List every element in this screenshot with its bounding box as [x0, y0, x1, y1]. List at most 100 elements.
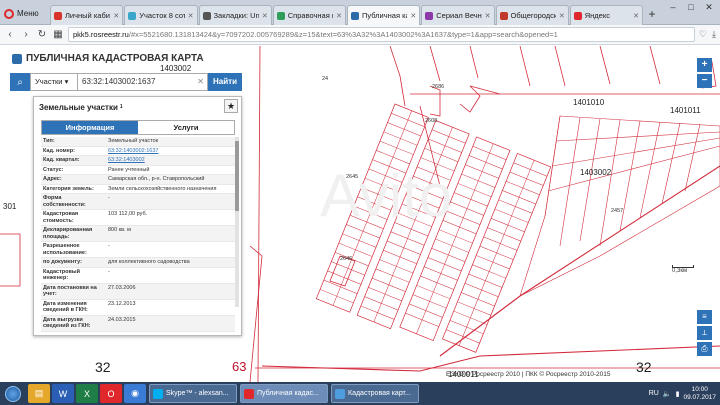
tab-favicon-icon — [351, 11, 359, 20]
close-window-icon[interactable]: ✕ — [700, 0, 718, 16]
ruler-icon[interactable]: ⟂ — [697, 326, 712, 340]
tab-close-icon[interactable]: ✕ — [262, 12, 268, 20]
boundary-line — [257, 46, 261, 382]
map-side-tools: ≡ ⟂ ⎙ — [697, 310, 712, 356]
tab-label: Общегородск — [510, 11, 556, 20]
browser-tab[interactable]: Сериал Вечнь ✕ — [421, 5, 495, 25]
chrome-icon[interactable]: ◉ — [124, 384, 146, 403]
tab-favicon-icon — [573, 11, 582, 20]
browser-tab[interactable]: Участок 8 сот ✕ — [124, 5, 198, 25]
info-value: Земельный участок — [108, 138, 159, 144]
info-value-link[interactable]: 63:32:1403002:1637 — [106, 147, 235, 156]
tab-close-icon[interactable]: ✕ — [559, 12, 565, 20]
taskbar-window-label: Skype™ - alexsan... — [166, 390, 229, 397]
print-icon[interactable]: ⎙ — [697, 342, 712, 356]
parcel-number-label: 2686 — [432, 84, 445, 90]
search-icon[interactable]: ⌕ — [10, 73, 30, 91]
back-icon[interactable]: ‹ — [4, 29, 16, 40]
parcel-info-panel: Земельные участки 1 ★ Информация Услуги Т… — [33, 96, 242, 336]
tab-close-icon[interactable]: ✕ — [113, 12, 119, 20]
boundary-line — [554, 46, 566, 87]
info-label: Дата постановки на учет: — [43, 284, 97, 298]
info-row: Кадастровый инженер: - — [41, 268, 235, 284]
info-value: 27.03.2006 — [108, 284, 136, 291]
clock-time: 10:00 — [691, 385, 708, 393]
info-row: Дата постановки на учет: 27.03.2006 — [41, 283, 235, 300]
info-label: по документу: — [43, 259, 82, 265]
tab-services[interactable]: Услуги — [138, 121, 234, 134]
taskbar-window-button[interactable]: Публичная кадас... — [240, 384, 328, 403]
word-icon[interactable]: W — [52, 384, 74, 403]
browser-tab[interactable]: Закладки: Uns ✕ — [198, 5, 272, 25]
parcel-number-label: 24 — [322, 76, 329, 82]
quarter-label: 1403002 — [160, 64, 192, 73]
parcel-number-label: 2608 — [425, 118, 438, 124]
tab-close-icon[interactable]: ✕ — [633, 12, 639, 20]
new-tab-button[interactable]: + — [644, 5, 660, 25]
info-value-link[interactable]: 63:32:1403002 — [106, 156, 235, 165]
browser-tab[interactable]: Личный кабин ✕ — [50, 5, 124, 25]
reload-icon[interactable]: ↻ — [36, 29, 48, 40]
download-icon[interactable]: ⤓ — [712, 29, 716, 40]
scrollbar-thumb[interactable] — [235, 141, 239, 211]
opera-icon[interactable]: O — [100, 384, 122, 403]
tab-favicon-icon — [276, 11, 285, 20]
parcel-number-label: 2646 — [340, 256, 353, 262]
maximize-icon[interactable]: □ — [682, 0, 700, 16]
search-input[interactable]: 63:32:1403002:1637 ✕ — [78, 73, 208, 91]
browser-tab[interactable]: Общегородск ✕ — [495, 5, 569, 25]
info-label: Декларированная площадь: — [43, 227, 93, 240]
start-button[interactable] — [0, 382, 26, 405]
quarter-label: 1401011 — [670, 106, 701, 115]
app-title: ПУБЛИЧНАЯ КАДАСТРОВАЯ КАРТА — [12, 53, 204, 64]
tab-close-icon[interactable]: ✕ — [485, 12, 491, 20]
clear-search-icon[interactable]: ✕ — [197, 74, 204, 90]
tab-label: Сериал Вечнь — [436, 11, 482, 20]
layers-icon[interactable]: ≡ — [697, 310, 712, 324]
parcel — [459, 85, 481, 113]
menu-label: Меню — [17, 9, 39, 18]
volume-icon[interactable]: 🔈 — [663, 390, 672, 398]
panel-title-count: 1 — [119, 104, 123, 110]
minimize-icon[interactable]: – — [664, 0, 682, 16]
favorite-star-icon[interactable]: ★ — [224, 99, 238, 113]
clock[interactable]: 10:00 09.07.2017 — [683, 386, 716, 402]
app-icon — [335, 388, 345, 399]
taskbar-window-button[interactable]: Skype™ - alexsan... — [149, 384, 237, 403]
tab-close-icon[interactable]: ✕ — [336, 12, 342, 20]
zoom-in-button[interactable]: + — [697, 58, 712, 72]
explorer-icon[interactable]: ▤ — [28, 384, 50, 403]
browser-tab[interactable]: Справочная и ✕ — [272, 5, 346, 25]
boundary-line — [649, 46, 661, 85]
info-label: Дата выгрузки сведений из ГКН: — [43, 316, 91, 330]
info-row: Декларированная площадь: 800 кв. м — [41, 226, 235, 242]
info-row: Дата изменения сведений в ГКН: 23.12.2013 — [41, 300, 235, 316]
tab-label: Справочная и — [287, 11, 334, 20]
address-bar: ‹ › ↻ ▦ pkk5.rosreestr.ru/#x=5521680.131… — [0, 25, 720, 45]
tab-close-icon[interactable]: ✕ — [410, 12, 416, 20]
zoom-out-button[interactable]: − — [697, 74, 712, 88]
tab-information[interactable]: Информация — [42, 121, 138, 134]
excel-icon[interactable]: X — [76, 384, 98, 403]
opera-menu-button[interactable]: Меню — [4, 6, 39, 21]
network-icon[interactable]: ▮ — [676, 390, 680, 398]
window-controls: – □ ✕ — [664, 0, 718, 16]
bookmark-heart-icon[interactable]: ♡ — [699, 29, 707, 40]
search-type-select[interactable]: Участки ▾ — [30, 73, 78, 91]
taskbar-window-button[interactable]: Кадастровая карт... — [331, 384, 419, 403]
forward-icon[interactable]: › — [20, 29, 32, 40]
tab-label: Участок 8 сот — [139, 11, 185, 20]
url-field[interactable]: pkk5.rosreestr.ru/#x=5521680.131813424&y… — [68, 27, 695, 42]
tab-favicon-icon — [128, 11, 137, 20]
speed-dial-icon[interactable]: ▦ — [52, 29, 64, 40]
tab-label: Личный кабин — [65, 11, 111, 20]
panel-scrollbar[interactable] — [235, 137, 239, 307]
language-indicator[interactable]: RU — [649, 390, 659, 397]
browser-tab[interactable]: Публичная ка ✕ — [347, 5, 421, 25]
browser-tab[interactable]: Яндекс ✕ — [569, 5, 643, 25]
info-row: Кад. квартал: 63:32:1403002 — [41, 156, 235, 166]
tab-close-icon[interactable]: ✕ — [188, 12, 194, 20]
info-value: - — [108, 195, 110, 201]
info-row: Адрес: Самарская обл., р-н. Ставропольски… — [41, 175, 235, 185]
search-button[interactable]: Найти — [208, 73, 242, 91]
